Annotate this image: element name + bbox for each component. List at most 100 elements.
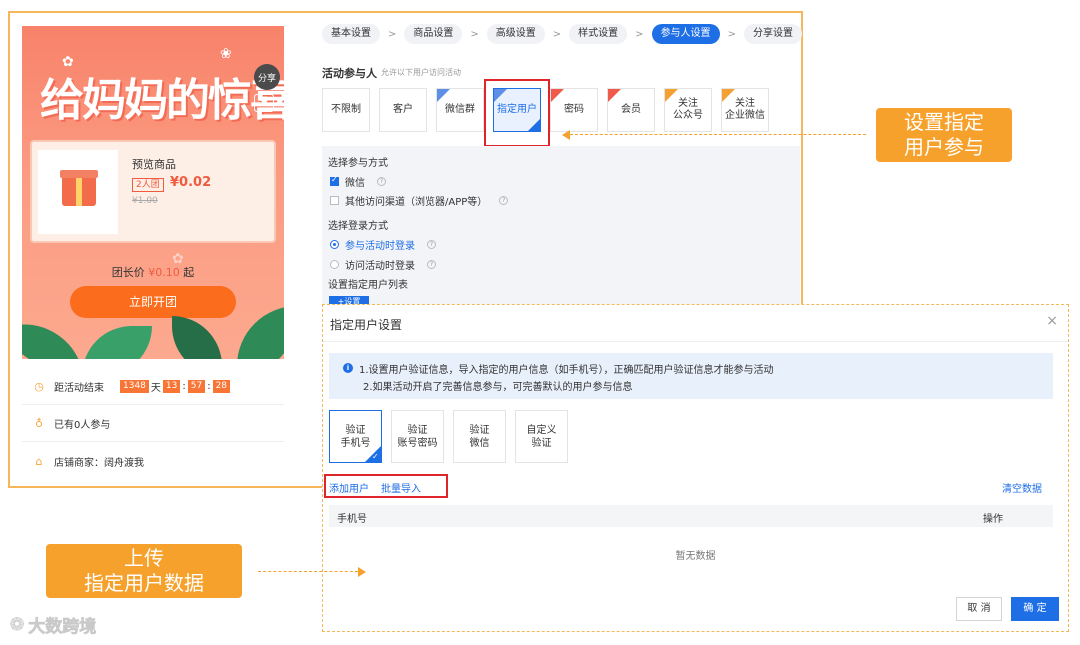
menu-icon[interactable]: ☰: [254, 94, 274, 112]
participant-option[interactable]: 关注 企业微信: [721, 88, 769, 132]
callout-connector: [258, 571, 358, 572]
participant-option[interactable]: 关注 公众号: [664, 88, 712, 132]
user-actions: 添加用户 批量导入: [329, 480, 433, 495]
callout-connector: [570, 134, 866, 135]
other-channel-option[interactable]: 其他访问渠道（浏览器/APP等） ?: [330, 193, 509, 208]
logo-icon: ❂: [10, 614, 25, 635]
info-icon: i: [343, 363, 353, 373]
participant-option[interactable]: 密码: [550, 88, 598, 132]
section-subtitle: 允许以下用户访问活动: [381, 68, 461, 77]
participant-options: 不限制 客户 微信群 指定用户 密码 会员 关注 公众号 关注 企业微信: [322, 88, 778, 132]
poster-title: 给妈妈的惊喜: [40, 75, 284, 126]
verify-option-label: 验证 微信: [469, 424, 490, 449]
highlight-box: [484, 79, 550, 147]
countdown-minutes: 57: [187, 380, 206, 393]
phone-preview: ✿ ❀ ✿ 给妈妈的惊喜 分享 ☰ 预览商品 2人团 ¥0.02 ¥1.00 团…: [22, 26, 284, 482]
login-on-join-radio[interactable]: [330, 240, 339, 249]
countdown-row: ◷ 距活动结束 1348 天 13: 57: 28: [22, 369, 284, 405]
product-name: 预览商品: [132, 158, 176, 171]
dialog-title: 指定用户设置: [330, 318, 403, 332]
chevron-right-icon: >: [388, 28, 397, 40]
clock-icon: ◷: [34, 380, 44, 393]
login-on-visit-radio[interactable]: [330, 260, 339, 269]
start-group-button[interactable]: 立即开团: [70, 286, 236, 318]
participant-option[interactable]: 客户: [379, 88, 427, 132]
poster: ✿ ❀ ✿ 给妈妈的惊喜 分享 ☰ 预览商品 2人团 ¥0.02 ¥1.00 团…: [22, 26, 284, 359]
option-label: 会员: [621, 104, 641, 115]
dialog-divider: [323, 341, 1068, 342]
participants-row: ♁ 已有0人参与: [22, 406, 284, 442]
flower-icon: ❀: [220, 46, 232, 62]
step-tab[interactable]: 商品设置: [404, 24, 463, 44]
column-action: 操作: [983, 514, 1003, 525]
share-button[interactable]: 分享: [254, 64, 280, 90]
empty-state: 暂无数据: [675, 551, 716, 562]
participant-option[interactable]: 会员: [607, 88, 655, 132]
leader-price: 团长价 ¥0.10 起: [111, 266, 195, 279]
cancel-button[interactable]: 取 消: [956, 597, 1002, 621]
chevron-right-icon: >: [635, 28, 644, 40]
callout-upload: 上传 指定用户数据: [46, 544, 242, 598]
leaf-decoration: [22, 307, 81, 359]
user-list-title: 设置指定用户列表: [328, 280, 408, 291]
users-icon: ♁: [34, 417, 44, 430]
watermark: ❂ 大数跨境: [10, 614, 97, 637]
original-price: ¥1.00: [132, 196, 158, 206]
participant-option[interactable]: 不限制: [322, 88, 370, 132]
step-tab[interactable]: 参与人设置: [651, 24, 720, 44]
step-tab[interactable]: 高级设置: [486, 24, 545, 44]
clear-data-link[interactable]: 清空数据: [1002, 480, 1042, 495]
notice-box: i 1.设置用户验证信息，导入指定的用户信息（如手机号），正确匹配用户验证信息才…: [329, 353, 1053, 399]
verify-options: 验证 手机号验证 账号密码 验证 微信 自定义 验证: [329, 410, 577, 463]
table-header: 手机号 操作: [329, 505, 1053, 527]
verify-option[interactable]: 自定义 验证: [515, 410, 568, 463]
check-icon: [365, 446, 381, 463]
verify-option[interactable]: 验证 微信: [453, 410, 506, 463]
verify-option-label: 验证 账号密码: [397, 424, 438, 449]
option-label: 微信群: [445, 104, 475, 115]
specified-user-dialog: 指定用户设置 × i 1.设置用户验证信息，导入指定的用户信息（如手机号），正确…: [322, 304, 1069, 632]
wechat-checkbox[interactable]: [330, 175, 339, 186]
notice-line-1: 1.设置用户验证信息，导入指定的用户信息（如手机号），正确匹配用户验证信息才能参…: [359, 365, 774, 376]
step-tab[interactable]: 样式设置: [569, 24, 628, 44]
product-price: ¥0.02: [170, 175, 212, 190]
login-on-visit-option[interactable]: 访问活动时登录 ?: [330, 257, 436, 272]
verify-option[interactable]: 验证 账号密码: [391, 410, 444, 463]
settings-panel: 选择参与方式 微信 ? 其他访问渠道（浏览器/APP等） ? 选择登录方式 参与…: [322, 146, 800, 308]
leaf-decoration: [172, 316, 222, 359]
leaf-decoration: [237, 306, 284, 359]
product-card[interactable]: 预览商品 2人团 ¥0.02 ¥1.00: [30, 140, 276, 243]
login-on-join-option[interactable]: 参与活动时登录 ?: [330, 237, 436, 252]
confirm-button[interactable]: 确 定: [1011, 597, 1059, 621]
step-bar: 基本设置 > 商品设置 > 高级设置 > 样式设置 > 参与人设置 > 分享设置: [322, 24, 802, 44]
chevron-right-icon: >: [727, 28, 736, 40]
help-icon[interactable]: ?: [377, 177, 386, 186]
column-phone: 手机号: [337, 514, 367, 525]
other-channel-checkbox[interactable]: [330, 196, 339, 205]
step-tab[interactable]: 基本设置: [322, 24, 380, 44]
help-icon[interactable]: ?: [499, 196, 509, 205]
batch-import-link[interactable]: 批量导入: [381, 480, 421, 495]
wechat-option[interactable]: 微信 ?: [330, 174, 386, 189]
add-user-link[interactable]: 添加用户: [329, 480, 369, 495]
corner-badge: [665, 89, 678, 102]
participant-option[interactable]: 微信群: [436, 88, 484, 132]
option-label: 密码: [564, 104, 584, 115]
step-tab[interactable]: 分享设置: [743, 24, 802, 44]
help-icon[interactable]: ?: [427, 240, 436, 249]
option-label: 不限制: [331, 104, 361, 115]
help-icon[interactable]: ?: [427, 260, 436, 269]
countdown-seconds: 28: [212, 380, 231, 393]
verify-option[interactable]: 验证 手机号: [329, 410, 382, 463]
section-title: 活动参与人: [322, 67, 377, 80]
verify-option-label: 自定义 验证: [526, 424, 557, 449]
chevron-right-icon: >: [552, 28, 562, 40]
leaf-decoration: [82, 326, 152, 359]
notice-line-2: 2.如果活动开启了完善信息参与，可完善默认的用户参与信息: [363, 382, 633, 393]
method-title: 选择参与方式: [328, 158, 388, 169]
close-icon[interactable]: ×: [1046, 313, 1058, 329]
arrow-right-icon: [358, 567, 366, 577]
countdown-hours: 13: [162, 380, 181, 393]
corner-badge: [551, 89, 564, 102]
product-image: [38, 150, 118, 234]
